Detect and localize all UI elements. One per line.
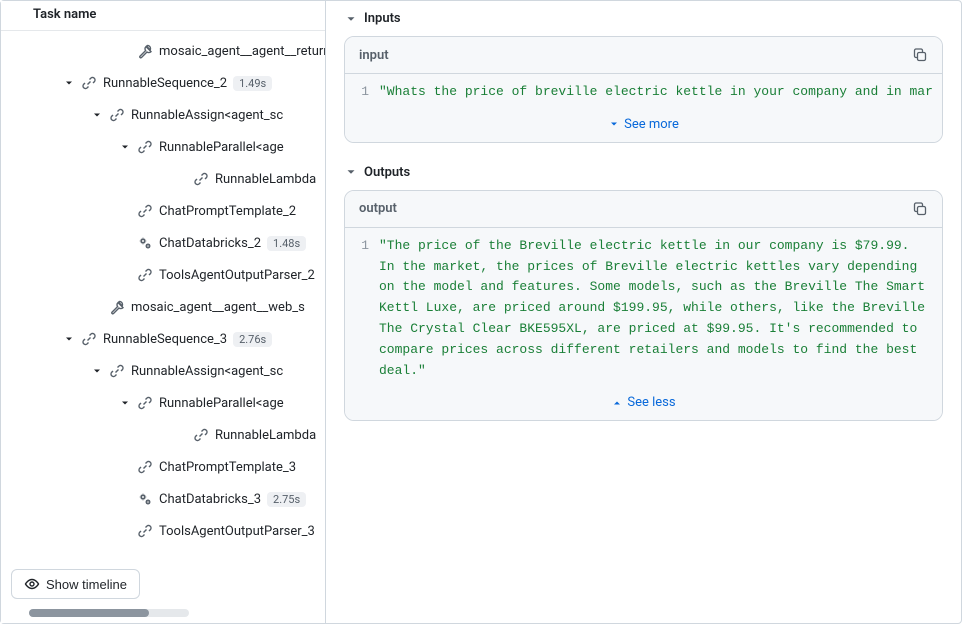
tree-row[interactable]: RunnableSequence_3 2.76s bbox=[1, 323, 325, 355]
duration-badge: 1.48s bbox=[267, 236, 306, 251]
task-tree-header: Task name bbox=[1, 1, 325, 31]
horizontal-scrollbar-thumb[interactable] bbox=[29, 609, 149, 617]
tree-row-label: mosaic_agent__agent__web_s bbox=[131, 300, 305, 315]
chevron-down-icon[interactable] bbox=[59, 333, 79, 345]
tree-row[interactable]: RunnableAssign<agent_sc bbox=[1, 99, 325, 131]
chain-icon bbox=[135, 203, 155, 219]
tree-row-label: ChatPromptTemplate_2 bbox=[159, 204, 296, 219]
output-code-content[interactable]: "The price of the Breville electric kett… bbox=[375, 228, 942, 390]
tree-row-label: ToolsAgentOutputParser_2 bbox=[159, 268, 315, 283]
copy-icon[interactable] bbox=[912, 47, 928, 63]
tree-row[interactable]: mosaic_agent__agent__return_ bbox=[1, 35, 325, 67]
output-card: output 1 "The price of the Breville elec… bbox=[344, 190, 943, 422]
output-card-header: output bbox=[345, 191, 942, 228]
input-card-header: input bbox=[345, 37, 942, 74]
wrench-icon bbox=[107, 299, 127, 315]
chain-icon bbox=[135, 267, 155, 283]
main-columns: Task name mosaic_agent__agent__return_ Ru… bbox=[1, 1, 961, 623]
task-tree: mosaic_agent__agent__return_ RunnableSequ… bbox=[1, 31, 325, 547]
gears-icon bbox=[135, 491, 155, 507]
see-more-label: See more bbox=[624, 117, 679, 132]
chevron-down-icon bbox=[608, 118, 620, 130]
input-line-number: 1 bbox=[345, 74, 375, 111]
chain-icon bbox=[135, 523, 155, 539]
tree-row-label: RunnableSequence_3 bbox=[103, 332, 227, 347]
chevron-down-icon[interactable] bbox=[87, 109, 107, 121]
inputs-section-header[interactable]: Inputs bbox=[344, 11, 943, 26]
chain-icon bbox=[107, 363, 127, 379]
horizontal-scrollbar[interactable] bbox=[29, 609, 189, 617]
tree-row[interactable]: RunnableParallel<age bbox=[1, 387, 325, 419]
duration-badge: 1.49s bbox=[233, 76, 272, 91]
tree-row[interactable]: mosaic_agent__agent__web_s bbox=[1, 291, 325, 323]
task-tree-footer: Show timeline bbox=[1, 559, 325, 609]
chain-icon bbox=[135, 395, 155, 411]
chain-icon bbox=[79, 75, 99, 91]
chain-icon bbox=[135, 459, 155, 475]
copy-icon[interactable] bbox=[912, 201, 928, 217]
input-card: input 1 "Whats the price of breville ele… bbox=[344, 36, 943, 143]
tree-row[interactable]: ToolsAgentOutputParser_2 bbox=[1, 259, 325, 291]
tree-row[interactable]: RunnableSequence_2 1.49s bbox=[1, 67, 325, 99]
chevron-down-icon[interactable] bbox=[87, 365, 107, 377]
tree-row[interactable]: RunnableLambda bbox=[1, 419, 325, 451]
outputs-section-label: Outputs bbox=[364, 165, 410, 180]
inputs-section-label: Inputs bbox=[364, 11, 401, 26]
output-card-title: output bbox=[359, 201, 397, 216]
see-less-button[interactable]: See less bbox=[345, 389, 942, 420]
tree-row-label: RunnableLambda bbox=[215, 172, 316, 187]
tree-row[interactable]: ChatDatabricks_2 1.48s bbox=[1, 227, 325, 259]
tree-row[interactable]: RunnableParallel<age bbox=[1, 131, 325, 163]
tree-row[interactable]: ChatDatabricks_3 2.75s bbox=[1, 483, 325, 515]
tree-row[interactable]: ToolsAgentOutputParser_3 bbox=[1, 515, 325, 547]
chevron-down-icon[interactable] bbox=[115, 141, 135, 153]
input-code-area: 1 "Whats the price of breville electric … bbox=[345, 74, 942, 111]
show-timeline-label: Show timeline bbox=[46, 577, 127, 592]
app-window: Task name mosaic_agent__agent__return_ Ru… bbox=[0, 0, 962, 624]
chain-icon bbox=[107, 107, 127, 123]
show-timeline-button[interactable]: Show timeline bbox=[11, 569, 140, 599]
see-less-label: See less bbox=[627, 395, 675, 410]
tree-row-label: ToolsAgentOutputParser_3 bbox=[159, 524, 315, 539]
wrench-icon bbox=[135, 43, 155, 59]
tree-row-label: ChatPromptTemplate_3 bbox=[159, 460, 296, 475]
tree-row[interactable]: ChatPromptTemplate_3 bbox=[1, 451, 325, 483]
chevron-down-icon[interactable] bbox=[59, 77, 79, 89]
chevron-up-icon bbox=[611, 397, 623, 409]
outputs-section-header[interactable]: Outputs bbox=[344, 165, 943, 180]
chain-icon bbox=[135, 139, 155, 155]
tree-row-label: ChatDatabricks_2 bbox=[159, 236, 261, 251]
tree-row[interactable]: ChatPromptTemplate_2 bbox=[1, 195, 325, 227]
task-tree-pane: Task name mosaic_agent__agent__return_ Ru… bbox=[1, 1, 326, 623]
output-line-number: 1 bbox=[345, 228, 375, 390]
output-code-area: 1 "The price of the Breville electric ke… bbox=[345, 228, 942, 390]
tree-row-label: RunnableParallel<age bbox=[159, 140, 284, 155]
chain-icon bbox=[79, 331, 99, 347]
tree-row-label: RunnableParallel<age bbox=[159, 396, 284, 411]
see-more-button[interactable]: See more bbox=[345, 111, 942, 142]
gears-icon bbox=[135, 235, 155, 251]
detail-pane: Inputs input 1 "Whats the price of brevi… bbox=[326, 1, 961, 623]
tree-row-label: ChatDatabricks_3 bbox=[159, 492, 261, 507]
chain-icon bbox=[191, 427, 211, 443]
tree-row[interactable]: RunnableLambda bbox=[1, 163, 325, 195]
chevron-down-icon bbox=[344, 165, 358, 179]
tree-row-label: RunnableSequence_2 bbox=[103, 76, 227, 91]
tree-row-label: RunnableAssign<agent_sc bbox=[131, 364, 283, 379]
input-code-content[interactable]: "Whats the price of breville electric ke… bbox=[375, 74, 942, 111]
tree-row[interactable]: RunnableAssign<agent_sc bbox=[1, 355, 325, 387]
duration-badge: 2.75s bbox=[267, 492, 306, 507]
duration-badge: 2.76s bbox=[233, 332, 272, 347]
tree-row-label: RunnableAssign<agent_sc bbox=[131, 108, 283, 123]
chevron-down-icon[interactable] bbox=[115, 397, 135, 409]
task-tree-scroll[interactable]: mosaic_agent__agent__return_ RunnableSequ… bbox=[1, 31, 325, 559]
input-card-title: input bbox=[359, 48, 389, 63]
tree-row-label: RunnableLambda bbox=[215, 428, 316, 443]
tree-row-label: mosaic_agent__agent__return_ bbox=[159, 44, 325, 59]
chevron-down-icon bbox=[344, 12, 358, 26]
eye-icon bbox=[24, 576, 40, 592]
chain-icon bbox=[191, 171, 211, 187]
